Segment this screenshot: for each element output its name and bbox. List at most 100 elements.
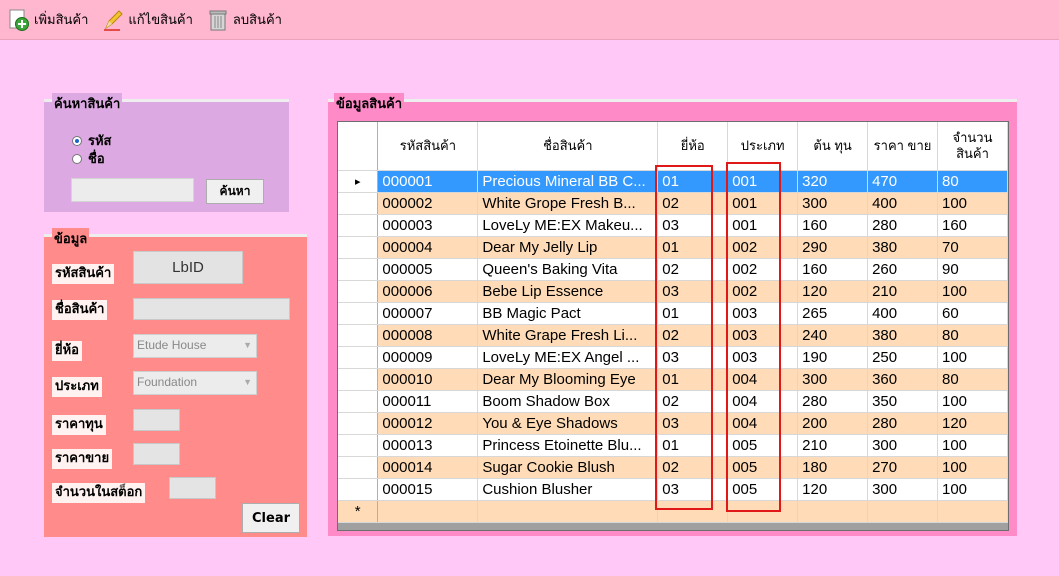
table-cell[interactable]: 470 [867,170,938,193]
table-cell[interactable]: 190 [797,346,869,369]
column-header[interactable]: ต้น ทุน [797,122,869,171]
table-cell[interactable]: 265 [797,302,869,325]
table-cell[interactable]: 100 [937,192,1008,215]
table-cell[interactable]: LoveLy ME:EX Makeu... [477,214,659,237]
search-button[interactable]: ค้นหา [206,179,264,204]
column-header[interactable]: รหัสสินค้า [377,122,479,171]
table-cell[interactable]: 80 [937,324,1008,347]
row-header[interactable] [338,302,379,325]
table-cell[interactable]: Princess Etoinette Blu... [477,434,659,457]
table-cell[interactable]: 270 [867,456,938,479]
row-header[interactable] [338,368,379,391]
radio-button[interactable] [72,153,82,164]
row-header[interactable] [338,346,379,369]
table-cell[interactable]: 320 [797,170,869,193]
table-cell[interactable]: 100 [937,456,1008,479]
table-cell[interactable]: 160 [937,214,1008,237]
table-cell[interactable]: 000003 [377,214,479,237]
table-cell[interactable]: Precious Mineral BB C... [477,170,659,193]
table-cell[interactable]: 000014 [377,456,479,479]
table-cell[interactable]: 120 [937,412,1008,435]
table-cell[interactable]: 000001 [377,170,479,193]
table-cell[interactable]: 360 [867,368,938,391]
table-cell[interactable]: 100 [937,478,1008,501]
table-cell[interactable] [867,500,938,523]
table-cell[interactable]: 250 [867,346,938,369]
radio-button[interactable] [72,135,82,146]
table-cell[interactable]: 000010 [377,368,479,391]
search-input[interactable] [71,178,194,202]
table-cell[interactable]: Dear My Blooming Eye [477,368,659,391]
row-header[interactable] [338,324,379,347]
table-cell[interactable]: 180 [797,456,869,479]
table-cell[interactable]: 210 [867,280,938,303]
table-cell[interactable]: You & Eye Shadows [477,412,659,435]
clear-button[interactable]: Clear [242,503,300,533]
brand-select[interactable]: Etude House ▼ [133,334,257,358]
stock-field[interactable] [169,477,216,499]
row-header[interactable] [338,258,379,281]
table-cell[interactable]: White Grope Fresh B... [477,192,659,215]
table-cell[interactable]: 100 [937,434,1008,457]
row-header[interactable] [338,456,379,479]
table-cell[interactable]: 60 [937,302,1008,325]
cost-field[interactable] [133,409,180,431]
table-cell[interactable]: 280 [797,390,869,413]
table-cell[interactable]: 210 [797,434,869,457]
row-header[interactable] [338,390,379,413]
table-cell[interactable]: 300 [867,434,938,457]
delete-product-button[interactable]: ลบสินค้า [207,5,282,35]
table-cell[interactable]: LoveLy ME:EX Angel ... [477,346,659,369]
table-cell[interactable]: 100 [937,280,1008,303]
table-cell[interactable]: 000006 [377,280,479,303]
table-cell[interactable]: 100 [937,346,1008,369]
table-cell[interactable]: Dear My Jelly Lip [477,236,659,259]
table-cell[interactable]: Queen's Baking Vita [477,258,659,281]
table-cell[interactable]: Cushion Blusher [477,478,659,501]
radio-search-by-name[interactable]: ชื่อ [72,148,105,169]
row-header[interactable] [338,236,379,259]
row-header[interactable] [338,478,379,501]
table-cell[interactable]: 160 [797,214,869,237]
column-header[interactable]: ชื่อสินค้า [477,122,659,171]
table-cell[interactable] [477,500,659,523]
row-header[interactable] [338,434,379,457]
column-header[interactable]: ราคา ขาย [867,122,938,171]
product-name-field[interactable] [133,298,290,320]
table-cell[interactable]: 400 [867,192,938,215]
table-cell[interactable]: 380 [867,236,938,259]
table-cell[interactable]: 000005 [377,258,479,281]
table-cell[interactable]: 120 [797,478,869,501]
edit-product-button[interactable]: แก้ไขสินค้า [102,5,193,35]
table-cell[interactable]: 100 [937,390,1008,413]
table-cell[interactable]: 400 [867,302,938,325]
row-header[interactable] [338,214,379,237]
table-cell[interactable]: 90 [937,258,1008,281]
table-cell[interactable]: 000008 [377,324,479,347]
table-cell[interactable]: 260 [867,258,938,281]
table-cell[interactable]: 240 [797,324,869,347]
row-header[interactable] [338,280,379,303]
table-cell[interactable]: 300 [797,192,869,215]
table-cell[interactable]: BB Magic Pact [477,302,659,325]
table-cell[interactable] [937,500,1008,523]
table-cell[interactable]: 000004 [377,236,479,259]
table-cell[interactable]: 300 [797,368,869,391]
table-cell[interactable]: 120 [797,280,869,303]
table-cell[interactable]: 000007 [377,302,479,325]
table-cell[interactable]: 200 [797,412,869,435]
column-header[interactable]: ยี่ห้อ [657,122,729,171]
price-field[interactable] [133,443,180,465]
row-header[interactable] [338,412,379,435]
table-cell[interactable]: 000002 [377,192,479,215]
table-cell[interactable]: 280 [867,412,938,435]
table-cell[interactable]: 000011 [377,390,479,413]
table-cell[interactable]: 70 [937,236,1008,259]
table-cell[interactable] [377,500,479,523]
table-cell[interactable]: 80 [937,170,1008,193]
table-cell[interactable]: 380 [867,324,938,347]
table-cell[interactable]: 280 [867,214,938,237]
table-cell[interactable]: 000012 [377,412,479,435]
table-cell[interactable]: 300 [867,478,938,501]
table-cell[interactable]: 290 [797,236,869,259]
